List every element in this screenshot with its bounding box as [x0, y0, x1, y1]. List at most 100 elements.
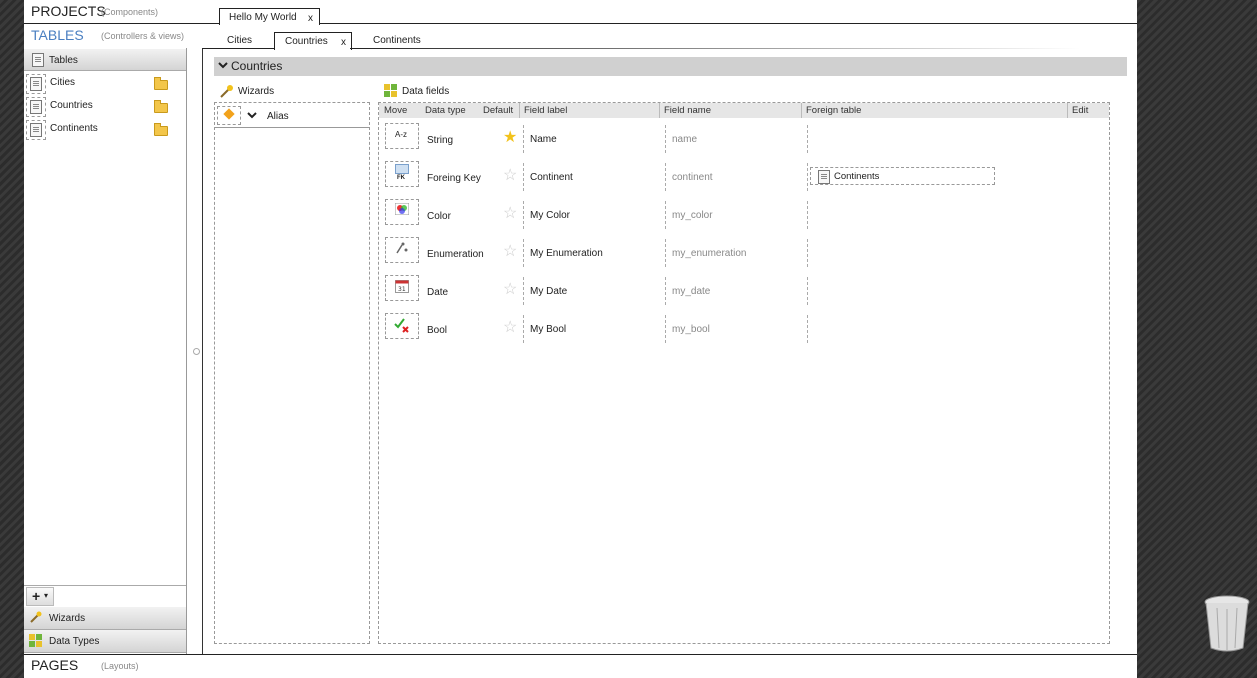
foreign-table-chip[interactable]: Continents — [810, 167, 995, 185]
row-field-label[interactable]: Name — [530, 134, 557, 145]
sidebar-border — [186, 48, 187, 654]
row-field-label[interactable]: My Bool — [530, 324, 566, 335]
drag-handle[interactable] — [385, 313, 419, 339]
tab-cities[interactable]: Cities — [219, 32, 269, 48]
trash-icon[interactable] — [1202, 594, 1252, 652]
column-header-move: Move — [384, 105, 408, 116]
drag-handle[interactable] — [385, 237, 419, 263]
pages-subtitle: (Layouts) — [101, 661, 139, 671]
table-row[interactable]: FK Foreing Key ☆ Continent continent Con… — [379, 158, 1107, 196]
row-field-name[interactable]: my_enumeration — [672, 248, 746, 259]
column-divider — [659, 103, 660, 118]
cell-divider — [807, 239, 808, 267]
chevron-down-icon: ▾ — [44, 591, 49, 600]
plus-icon: + — [32, 588, 41, 604]
panel-header[interactable]: Countries — [214, 57, 1127, 76]
row-field-name[interactable]: my_bool — [672, 324, 710, 335]
tab-continents[interactable]: Continents — [364, 32, 434, 48]
cell-divider — [807, 315, 808, 343]
table-row[interactable]: 31 Date ☆ My Date my_date — [379, 272, 1107, 310]
row-field-label[interactable]: My Date — [530, 286, 567, 297]
pages-title[interactable]: PAGES — [31, 657, 78, 673]
add-table-button[interactable]: + ▾ — [26, 587, 54, 606]
folder-icon[interactable] — [154, 123, 168, 136]
star-icon[interactable]: ☆ — [503, 244, 517, 260]
calendar-icon: 31 — [395, 279, 409, 293]
table-row[interactable]: A-z String ★ Name name — [379, 120, 1107, 158]
row-field-label[interactable]: My Color — [530, 210, 570, 221]
wizards-dropzone[interactable] — [214, 102, 370, 644]
sidebar-item-cities[interactable]: Cities — [24, 72, 186, 94]
star-icon[interactable]: ☆ — [503, 206, 517, 222]
row-field-label[interactable]: Continent — [530, 172, 573, 183]
data-fields-title: Data fields — [402, 86, 450, 97]
tab-hello-my-world[interactable]: Hello My World x — [219, 8, 320, 25]
wizards-title: Wizards — [238, 86, 275, 97]
drag-handle[interactable]: 31 — [385, 275, 419, 301]
drag-handle[interactable] — [385, 199, 419, 225]
wizard-item-alias[interactable]: Alias — [215, 103, 369, 128]
tab-label: Continents — [373, 35, 421, 46]
table-row[interactable]: Enumeration ☆ My Enumeration my_enumerat… — [379, 234, 1107, 272]
star-icon[interactable]: ★ — [503, 130, 517, 146]
app-window: PROJECTS (Components) Hello My World x T… — [24, 0, 1137, 678]
row-field-label[interactable]: My Enumeration — [530, 248, 603, 259]
close-icon[interactable]: x — [341, 37, 346, 48]
star-icon[interactable]: ☆ — [503, 168, 517, 184]
wand-icon — [220, 84, 234, 98]
tables-title[interactable]: TABLES — [31, 27, 84, 43]
cell-divider — [665, 315, 666, 343]
projects-subtitle: (Components) — [101, 7, 159, 17]
wizard-item-label: Alias — [267, 111, 289, 122]
row-data-type: Color — [427, 211, 451, 222]
folder-icon[interactable] — [154, 100, 168, 113]
sidebar-section-header[interactable]: Tables — [24, 49, 186, 71]
sidebar-section-wizards[interactable]: Wizards — [24, 607, 186, 630]
star-icon[interactable]: ☆ — [503, 282, 517, 298]
table-row[interactable]: Bool ☆ My Bool my_bool — [379, 310, 1107, 348]
cell-divider — [807, 163, 808, 191]
content-border — [202, 48, 203, 654]
table-row[interactable]: Color ☆ My Color my_color — [379, 196, 1107, 234]
data-fields-table: Move Data type Default Field label Field… — [378, 102, 1110, 644]
foreign-table-label: Continents — [834, 171, 880, 182]
tabbar-line — [202, 48, 274, 49]
row-field-name[interactable]: continent — [672, 172, 713, 183]
row-field-name[interactable]: my_date — [672, 286, 710, 297]
star-icon[interactable]: ☆ — [503, 320, 517, 336]
column-divider — [801, 103, 802, 118]
panel-title: Countries — [231, 59, 283, 73]
row-field-name[interactable]: my_color — [672, 210, 713, 221]
resize-handle[interactable] — [193, 348, 200, 355]
drag-handle[interactable]: A-z — [385, 123, 419, 149]
footer-divider — [24, 654, 1137, 655]
column-header-edit: Edit — [1072, 105, 1089, 116]
sidebar-section-data-types[interactable]: Data Types — [24, 630, 186, 653]
header-divider — [24, 23, 1137, 24]
svg-text:31: 31 — [398, 286, 406, 293]
table-icon — [818, 170, 830, 184]
row-field-name[interactable]: name — [672, 134, 697, 145]
folder-icon[interactable] — [154, 77, 168, 90]
table-icon — [32, 53, 44, 67]
sidebar-divider — [24, 585, 186, 586]
tab-countries[interactable]: Countries x — [274, 32, 352, 50]
drag-handle[interactable]: FK — [385, 161, 419, 187]
column-header-foreign-table: Foreign table — [806, 105, 862, 116]
data-types-icon — [29, 634, 42, 647]
sidebar-item-label: Cities — [50, 77, 76, 88]
cell-divider — [665, 163, 666, 191]
sidebar-item-continents[interactable]: Continents — [24, 118, 186, 140]
projects-title[interactable]: PROJECTS — [31, 3, 106, 19]
chevron-down-icon[interactable] — [218, 60, 228, 70]
color-type-icon — [394, 202, 410, 216]
tab-label: Hello My World — [229, 12, 297, 23]
column-header-field-name: Field name — [664, 105, 711, 116]
sidebar-item-countries[interactable]: Countries — [24, 95, 186, 117]
data-fields-icon — [384, 84, 398, 98]
tables-subtitle: (Controllers & views) — [101, 31, 185, 41]
close-icon[interactable]: x — [308, 13, 313, 24]
foreign-key-icon — [395, 164, 409, 174]
cell-divider — [523, 277, 524, 305]
chevron-down-icon[interactable] — [247, 110, 257, 120]
